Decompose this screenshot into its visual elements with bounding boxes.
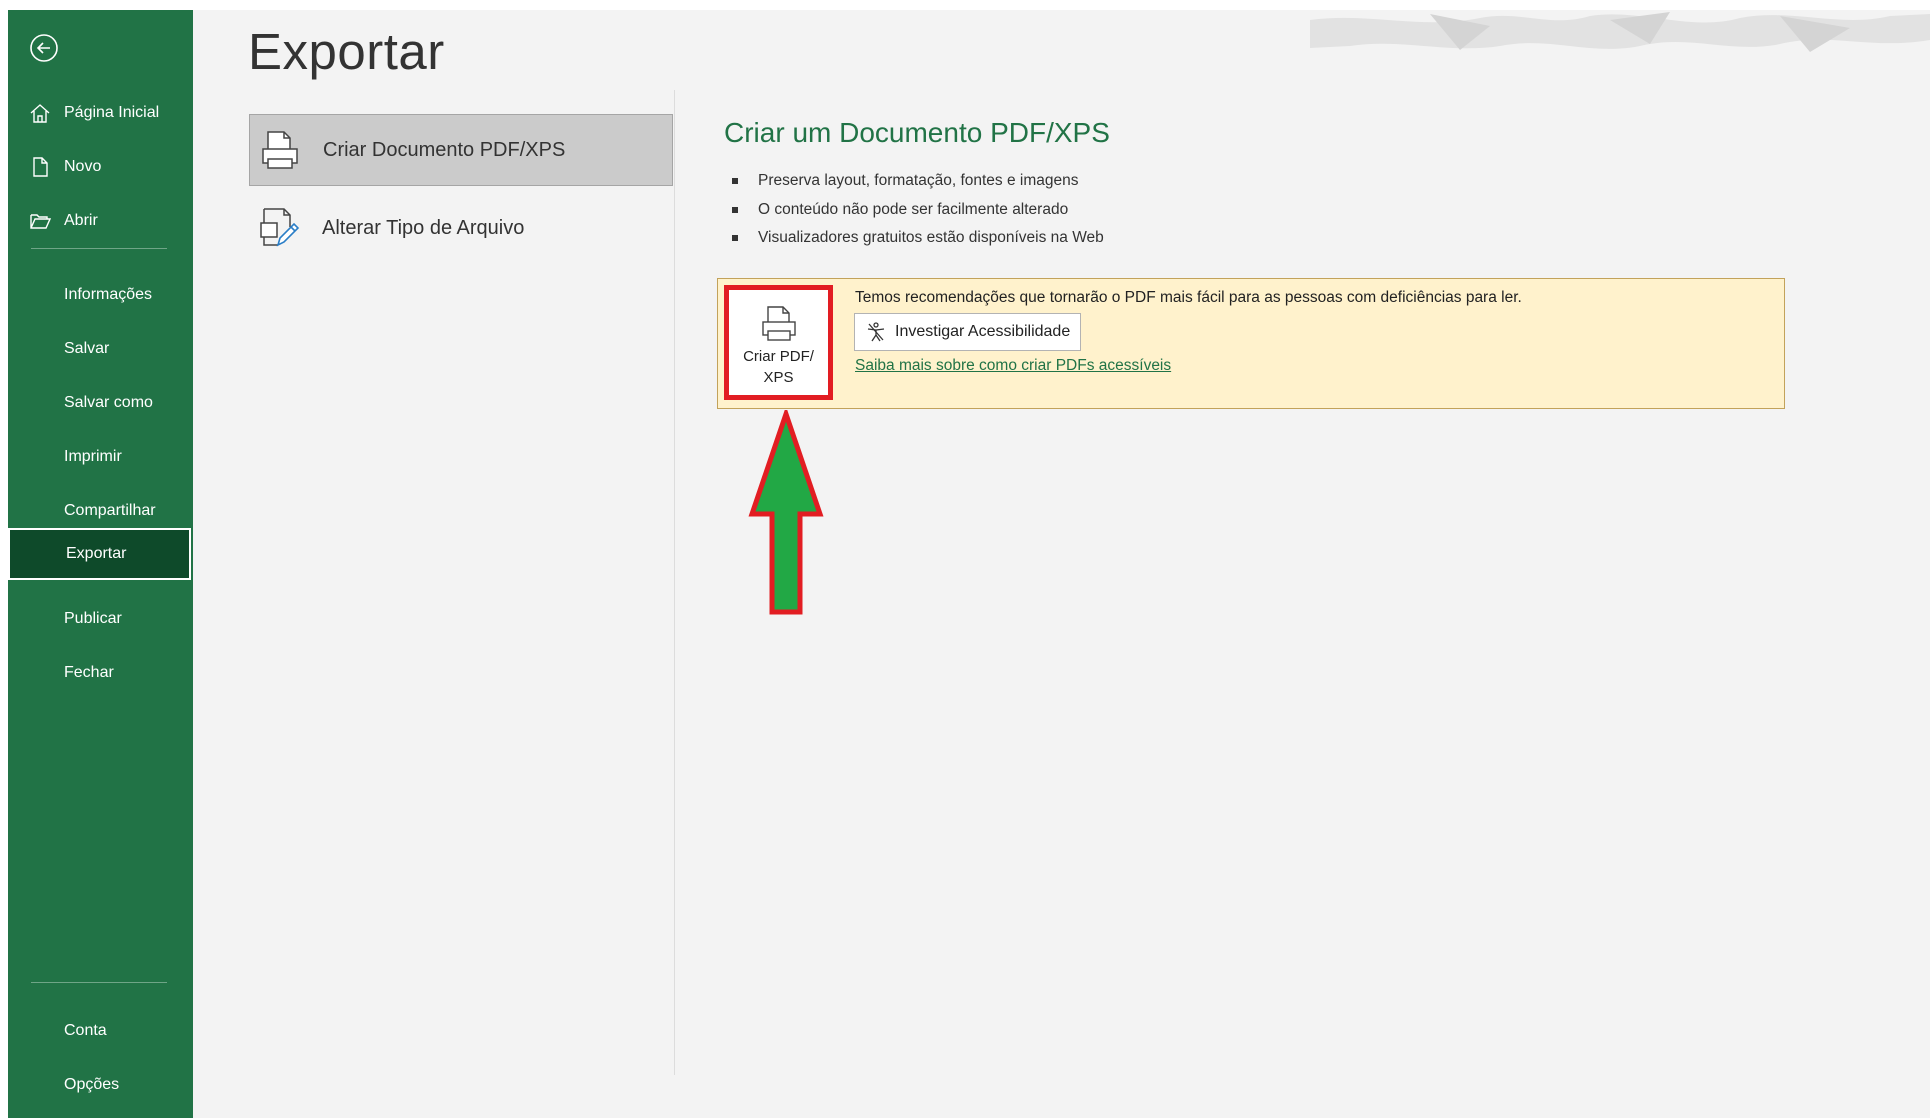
change-file-type-icon	[257, 204, 301, 250]
nav-info-label: Informações	[64, 286, 153, 303]
nav-publish[interactable]: Publicar	[8, 593, 193, 645]
nav-close[interactable]: Fechar	[8, 647, 193, 699]
feature-list: Preserva layout, formatação, fontes e im…	[724, 167, 1104, 253]
nav-options[interactable]: Opções	[8, 1059, 193, 1111]
nav-account[interactable]: Conta	[8, 1005, 193, 1057]
nav-new-label: Novo	[64, 158, 102, 175]
backstage-sidebar: Página Inicial Novo Abrir Informações Sa…	[8, 10, 193, 1118]
pdf-document-icon	[258, 127, 302, 173]
detail-title: Criar um Documento PDF/XPS	[724, 117, 1110, 148]
nav-info[interactable]: Informações	[8, 269, 193, 321]
page-title: Exportar	[248, 23, 445, 80]
sidebar-divider-bottom	[31, 982, 167, 983]
learn-accessible-pdf-link[interactable]: Saiba mais sobre como criar PDFs acessív…	[855, 357, 1171, 375]
nav-publish-label: Publicar	[64, 610, 122, 627]
new-document-icon	[28, 155, 52, 179]
check-accessibility-button[interactable]: Investigar Acessibilidade	[854, 313, 1081, 351]
export-option-change-file-type-label: Alterar Tipo de Arquivo	[322, 216, 525, 239]
nav-export[interactable]: Exportar	[8, 528, 191, 580]
pdf-printer-icon	[761, 306, 796, 341]
export-option-change-file-type[interactable]: Alterar Tipo de Arquivo	[249, 192, 673, 264]
nav-print-label: Imprimir	[64, 448, 122, 465]
nav-home-label: Página Inicial	[64, 104, 160, 121]
check-accessibility-label: Investigar Acessibilidade	[895, 323, 1071, 340]
home-icon	[28, 101, 52, 125]
back-button[interactable]	[24, 28, 64, 68]
annotation-arrow-up-icon	[748, 410, 824, 615]
nav-open[interactable]: Abrir	[8, 195, 193, 247]
nav-options-label: Opções	[64, 1076, 120, 1093]
feature-item: O conteúdo não pode ser facilmente alter…	[724, 196, 1104, 225]
export-option-create-pdf-label: Criar Documento PDF/XPS	[323, 138, 566, 161]
accessibility-icon	[867, 322, 885, 342]
create-pdf-xps-button[interactable]: Criar PDF/ XPS	[724, 285, 833, 400]
nav-print[interactable]: Imprimir	[8, 431, 193, 483]
accessibility-recommendation-box: Criar PDF/ XPS Temos recomendações que t…	[717, 278, 1785, 409]
recommendation-text: Temos recomendações que tornarão o PDF m…	[855, 289, 1522, 306]
panel-divider	[674, 90, 675, 1075]
back-arrow-circle-icon	[30, 34, 58, 62]
nav-home[interactable]: Página Inicial	[8, 87, 193, 139]
decorative-header-pattern	[1310, 10, 1930, 65]
nav-save-as[interactable]: Salvar como	[8, 377, 193, 429]
create-pdf-xps-label: Criar PDF/ XPS	[743, 348, 814, 386]
nav-export-label: Exportar	[66, 545, 127, 562]
nav-account-label: Conta	[64, 1022, 107, 1039]
nav-share-label: Compartilhar	[64, 502, 156, 519]
open-folder-icon	[28, 209, 52, 233]
feature-item: Preserva layout, formatação, fontes e im…	[724, 167, 1104, 196]
nav-open-label: Abrir	[64, 212, 98, 229]
feature-item: Visualizadores gratuitos estão disponíve…	[724, 224, 1104, 253]
nav-close-label: Fechar	[64, 664, 114, 681]
nav-save-as-label: Salvar como	[64, 394, 153, 411]
nav-save-label: Salvar	[64, 340, 110, 357]
nav-save[interactable]: Salvar	[8, 323, 193, 375]
export-option-create-pdf[interactable]: Criar Documento PDF/XPS	[249, 114, 673, 186]
backstage-main: Exportar Criar Documento PDF/XPS Alterar…	[193, 10, 1930, 1118]
sidebar-divider	[31, 248, 167, 249]
nav-new[interactable]: Novo	[8, 141, 193, 193]
